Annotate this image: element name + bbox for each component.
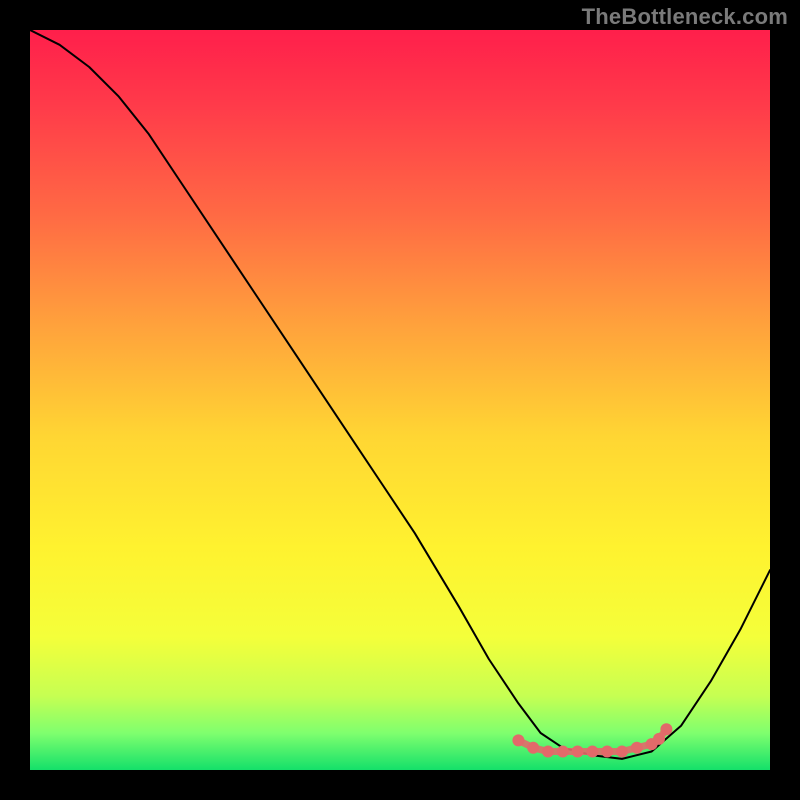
optimal-range-marker	[527, 742, 539, 754]
watermark-text: TheBottleneck.com	[582, 4, 788, 30]
optimal-range-marker	[557, 746, 569, 758]
gradient-background	[30, 30, 770, 770]
chart-frame: TheBottleneck.com	[0, 0, 800, 800]
optimal-range-marker	[512, 734, 524, 746]
chart-svg	[30, 30, 770, 770]
optimal-range-marker	[601, 746, 613, 758]
optimal-range-marker	[616, 746, 628, 758]
optimal-range-marker	[631, 742, 643, 754]
optimal-range-marker	[653, 733, 665, 745]
optimal-range-marker	[572, 746, 584, 758]
plot-area	[30, 30, 770, 770]
optimal-range-marker	[660, 723, 672, 735]
optimal-range-marker	[542, 746, 554, 758]
optimal-range-marker	[586, 746, 598, 758]
